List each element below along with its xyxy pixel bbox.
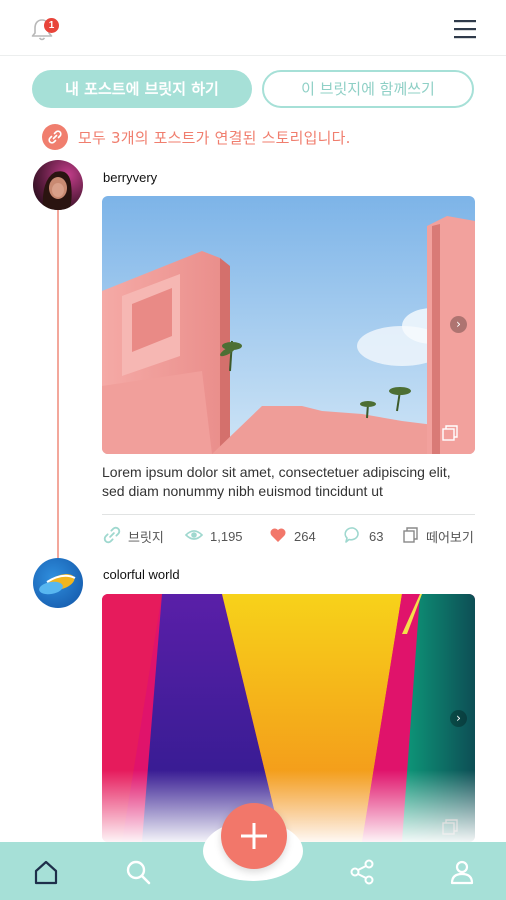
- comments-button[interactable]: 63: [343, 524, 383, 548]
- views-value: 1,195: [210, 528, 243, 544]
- comments-value: 63: [369, 528, 384, 544]
- notice-text: 모두 3개의 포스트가 연결된 스토리입니다.: [78, 128, 351, 147]
- like-button[interactable]: 264: [268, 524, 316, 548]
- notification-badge: 1: [44, 18, 59, 33]
- share-icon[interactable]: [348, 858, 376, 886]
- link-icon: [102, 525, 128, 548]
- post-username[interactable]: berryvery: [103, 170, 157, 185]
- divider: [102, 514, 475, 515]
- detach-button[interactable]: 떼어보기: [402, 524, 474, 548]
- profile-icon[interactable]: [448, 858, 476, 886]
- add-post-button[interactable]: [221, 803, 287, 869]
- bridge-label: 브릿지: [128, 529, 164, 545]
- avatar[interactable]: [33, 558, 83, 608]
- add-icon: [241, 823, 267, 849]
- views-count: 1,195: [184, 524, 243, 548]
- top-bar: 1: [0, 0, 506, 56]
- heart-icon: [268, 525, 294, 548]
- next-arrow-icon[interactable]: ›: [450, 710, 467, 727]
- bridge-button[interactable]: 브릿지: [102, 524, 164, 548]
- co-write-bridge-button[interactable]: 이 브릿지에 함께쓰기: [262, 70, 474, 108]
- detach-label: 떼어보기: [426, 529, 474, 545]
- post-username[interactable]: colorful world: [103, 567, 180, 582]
- copy-icon: [402, 526, 426, 547]
- multiple-images-icon: [441, 424, 459, 442]
- bridge-to-my-post-button[interactable]: 내 포스트에 브릿지 하기: [32, 70, 252, 108]
- post-description: Lorem ipsum dolor sit amet, consectetuer…: [102, 464, 451, 499]
- next-arrow-icon[interactable]: ›: [450, 316, 467, 333]
- avatar[interactable]: [33, 160, 83, 210]
- hamburger-menu-icon[interactable]: [452, 18, 478, 40]
- eye-icon: [184, 525, 210, 548]
- post-image[interactable]: ›: [102, 196, 475, 454]
- story-notice: 모두 3개의 포스트가 연결된 스토리입니다.: [42, 124, 351, 150]
- link-icon: [42, 124, 68, 150]
- search-icon[interactable]: [124, 858, 152, 886]
- home-icon[interactable]: [32, 858, 60, 886]
- likes-value: 264: [294, 528, 316, 544]
- post-stats: 브릿지 1,195 264 63 떼어보기: [102, 524, 478, 548]
- comment-icon: [343, 525, 369, 548]
- timeline-line: [57, 208, 59, 560]
